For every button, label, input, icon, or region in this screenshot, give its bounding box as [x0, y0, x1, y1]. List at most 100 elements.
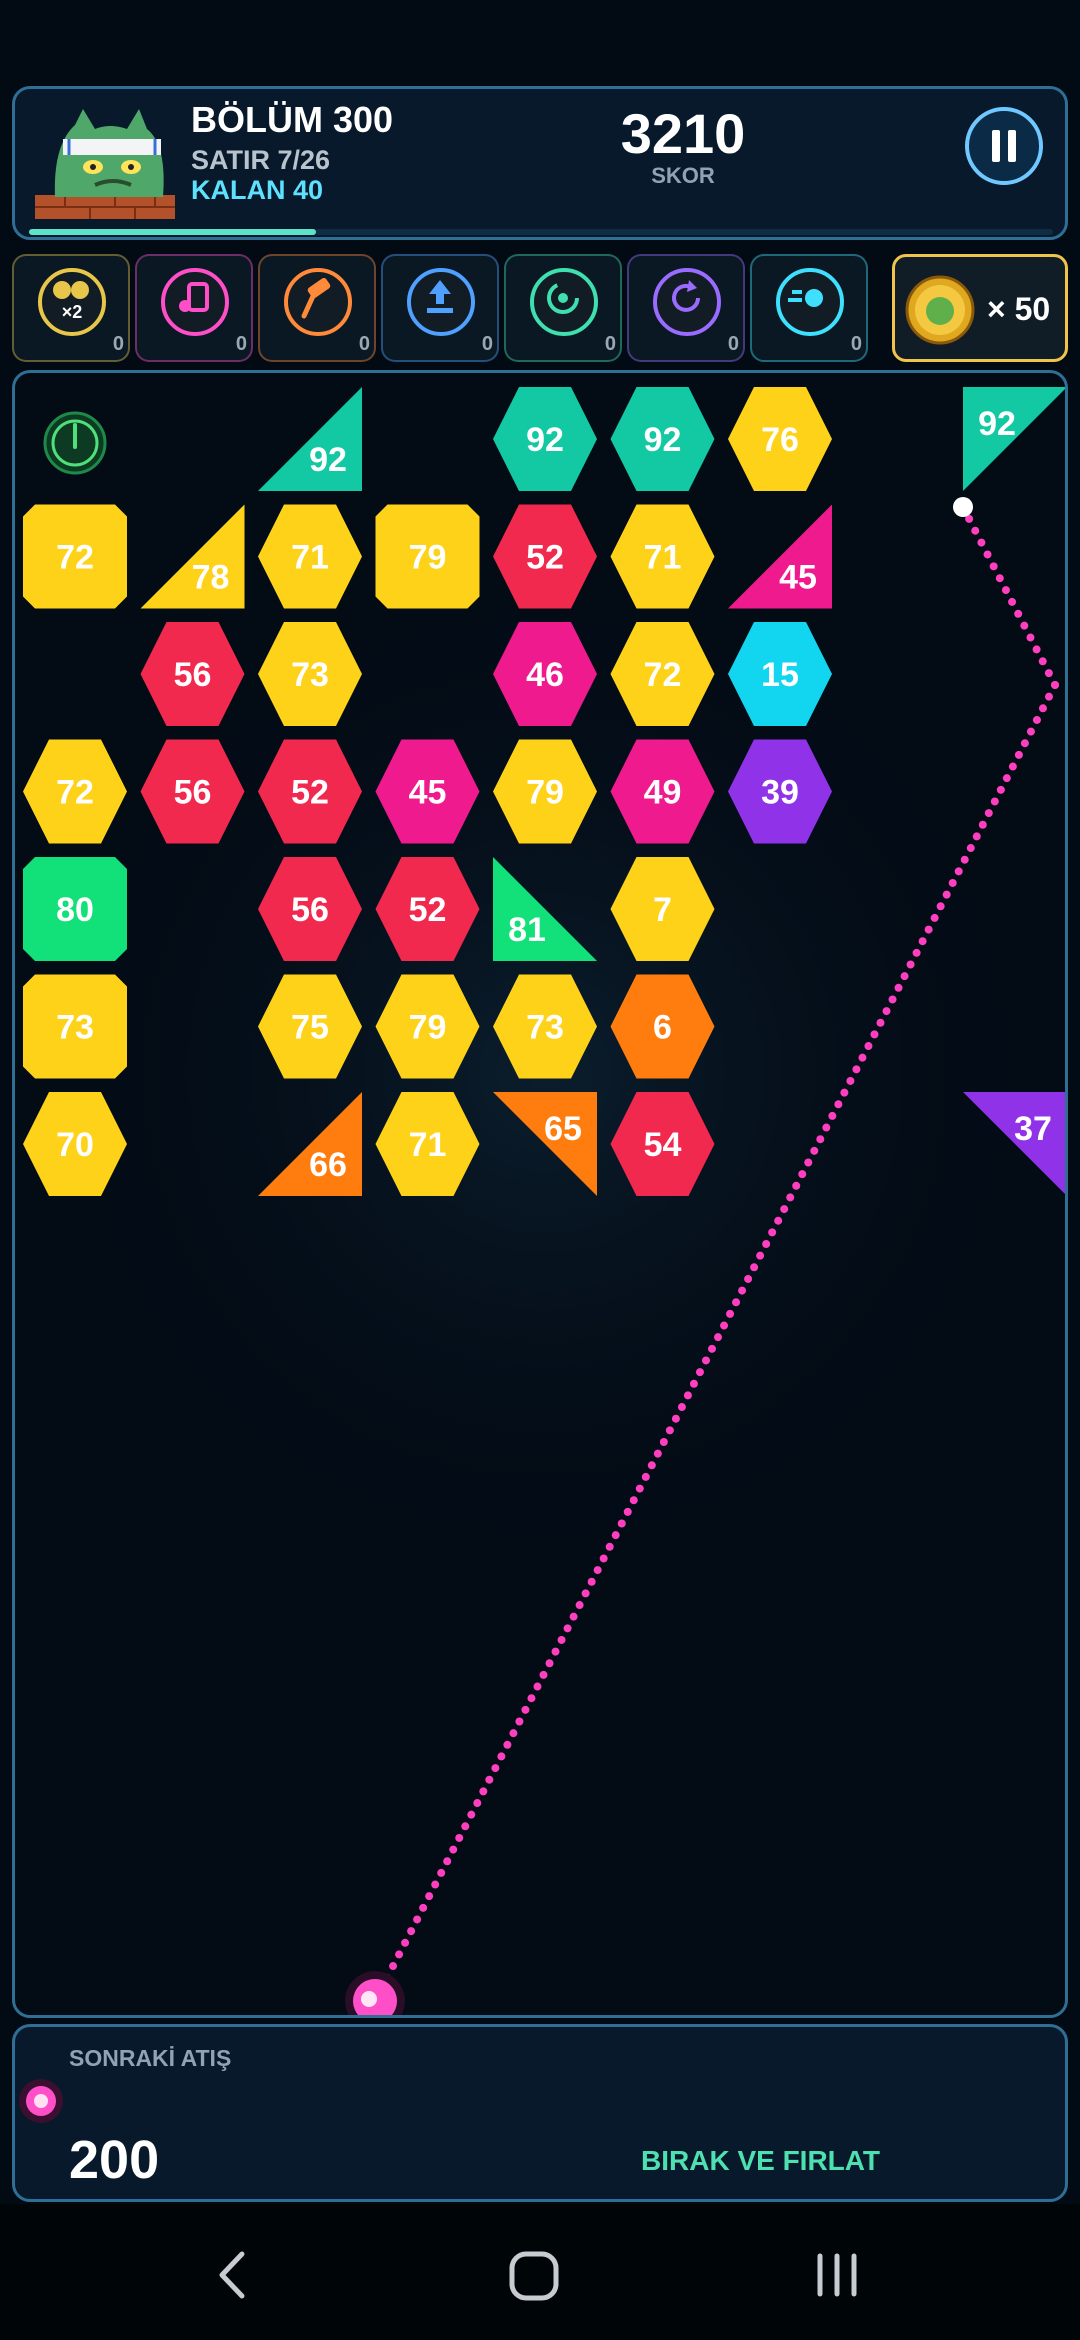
powerup-speed[interactable]: 0: [750, 254, 868, 362]
coin-balance[interactable]: × 50: [892, 254, 1068, 362]
aim-dot: [822, 1123, 831, 1132]
upload-icon: [407, 268, 475, 336]
aim-dot: [984, 809, 993, 818]
aim-dot: [714, 1333, 723, 1342]
powerup-spin[interactable]: 0: [504, 254, 622, 362]
aim-dot: [611, 1531, 620, 1540]
powerup-badge: ×2: [62, 302, 83, 322]
block: 45: [728, 504, 832, 609]
aim-dot: [1038, 704, 1047, 713]
aim-dot: [786, 1193, 795, 1202]
block: 80: [23, 857, 127, 961]
back-icon[interactable]: [212, 2250, 252, 2300]
powerup-count: 0: [235, 333, 247, 355]
aim-dot: [665, 1426, 674, 1435]
hammer-icon: [284, 268, 352, 336]
block-value: 15: [761, 656, 799, 694]
recents-icon[interactable]: [814, 2250, 860, 2300]
aim-dot: [1014, 609, 1023, 618]
aim-dot: [834, 1100, 843, 1109]
aim-dot: [641, 1472, 650, 1481]
aim-dot: [882, 1007, 891, 1016]
aim-dot: [858, 1053, 867, 1062]
powerup-upload[interactable]: 0: [381, 254, 499, 362]
aim-dot: [1038, 657, 1047, 666]
ball-count: 200: [69, 2130, 160, 2190]
aim-dot: [846, 1076, 855, 1085]
block-value: 80: [56, 891, 94, 929]
aim-dot: [1008, 762, 1017, 771]
block: 76: [728, 387, 832, 491]
block-value: 52: [526, 539, 564, 577]
block: 92: [963, 387, 1065, 491]
powerup-count: 0: [481, 333, 493, 355]
powerup-count: 0: [604, 333, 616, 355]
speed-icon: [776, 268, 844, 336]
aim-dot: [617, 1519, 626, 1528]
block-value: 71: [409, 1126, 447, 1164]
cat-mascot-icon: [35, 109, 175, 219]
launcher-ball-icon[interactable]: [345, 1971, 405, 2015]
aim-dot: [689, 1379, 698, 1388]
aim-dot: [966, 844, 975, 853]
block-value: 71: [291, 539, 329, 577]
aim-dot: [1020, 739, 1029, 748]
aim-dot: [762, 1240, 771, 1249]
aim-dot: [989, 562, 998, 571]
powerup-bar: ×2 0 0 0 0 0 0 0 × 50: [12, 254, 1068, 366]
block-value: 52: [291, 774, 329, 812]
aim-dot: [467, 1810, 476, 1819]
powerup-music-box[interactable]: 0: [135, 254, 253, 362]
aim-dot: [503, 1740, 512, 1749]
block-value: 66: [309, 1146, 347, 1184]
aim-dot: [942, 890, 951, 899]
aim-dot: [720, 1321, 729, 1330]
powerup-hammer[interactable]: 0: [258, 254, 376, 362]
aim-dot: [810, 1146, 819, 1155]
aim-dot: [876, 1018, 885, 1027]
block-value: 70: [56, 1126, 94, 1164]
spin-icon: [530, 268, 598, 336]
pause-button[interactable]: [965, 107, 1043, 185]
refresh-icon: [653, 268, 721, 336]
aim-dot: [750, 1263, 759, 1272]
block: 73: [23, 974, 127, 1079]
score-value: 3210: [620, 102, 746, 165]
block-value: 92: [978, 405, 1016, 443]
aim-dot: [1051, 681, 1059, 689]
block-value: 39: [761, 774, 799, 812]
aim-dot: [455, 1833, 464, 1842]
aim-dot: [1002, 774, 1011, 783]
block-value: 72: [56, 774, 94, 812]
system-navigation-bar: [0, 2204, 1080, 2340]
aim-dot: [774, 1216, 783, 1225]
aim-endpoint: [953, 497, 973, 517]
aim-dot: [581, 1589, 590, 1598]
aim-dot: [623, 1507, 632, 1516]
aim-dot: [593, 1566, 602, 1575]
block-value: 73: [526, 1009, 564, 1047]
aim-dot: [977, 538, 986, 547]
aim-dot: [569, 1612, 578, 1621]
aim-dot: [659, 1437, 668, 1446]
aim-dot: [521, 1705, 530, 1714]
aim-dot: [954, 867, 963, 876]
powerup-double-ball[interactable]: ×2 0: [12, 254, 130, 362]
next-shot-label: SONRAKİ ATIŞ: [69, 2045, 232, 2071]
aim-dot: [629, 1496, 638, 1505]
aim-dot: [971, 526, 980, 535]
aim-dot: [671, 1414, 680, 1423]
aim-dot: [491, 1764, 500, 1773]
block-value: 56: [174, 774, 212, 812]
aim-dot: [912, 948, 921, 957]
block: 78: [140, 504, 245, 609]
powerup-count: 0: [358, 333, 370, 355]
aim-dot: [461, 1822, 470, 1831]
powerup-refresh[interactable]: 0: [627, 254, 745, 362]
game-board[interactable]: 92 92 92 76 92 72 78 71 79 52 71 45 56 73 46 72 15 72 56 52…: [12, 370, 1068, 2018]
aim-dot: [864, 1042, 873, 1051]
home-icon[interactable]: [508, 2250, 560, 2302]
aim-dot: [852, 1065, 861, 1074]
aim-dot: [948, 878, 957, 887]
aim-dot: [485, 1775, 494, 1784]
